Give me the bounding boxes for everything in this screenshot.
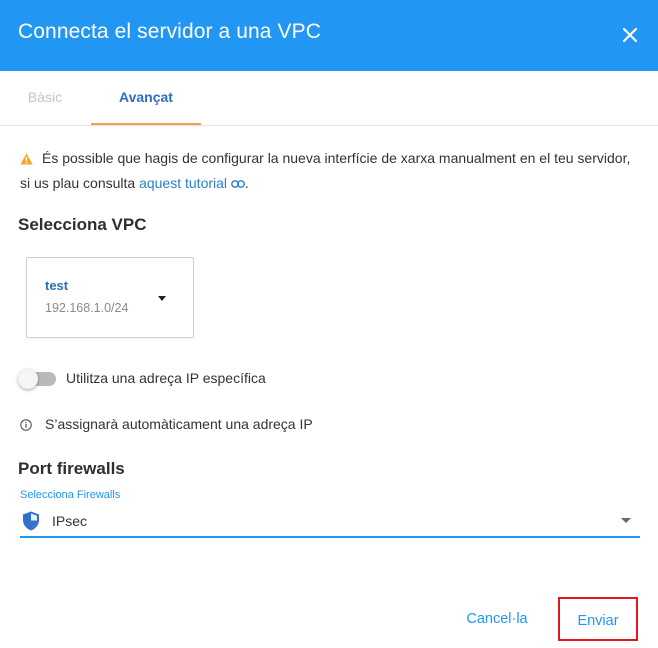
tutorial-link[interactable]: aquest tutorial xyxy=(139,175,245,191)
submit-button[interactable]: Enviar xyxy=(558,597,638,641)
warning-message: És possible que hagis de configurar la n… xyxy=(20,147,640,195)
vpc-name: test xyxy=(45,278,69,293)
select-vpc-title: Selecciona VPC xyxy=(18,215,147,234)
warning-trailing: . xyxy=(244,175,249,191)
specific-ip-label: Utilitza una adreça IP específica xyxy=(66,370,266,386)
tab-basic[interactable]: Bàsic xyxy=(0,71,90,123)
warning-text: És possible que hagis de configurar la n… xyxy=(20,150,631,191)
tab-bar: Bàsic Avançat xyxy=(0,71,658,126)
close-button[interactable] xyxy=(612,17,648,53)
dropdown-caret-icon xyxy=(158,296,166,301)
firewalls-field-label: Selecciona Firewalls xyxy=(20,489,121,501)
auto-ip-info: S’assignarà automàticament una adreça IP xyxy=(20,416,313,434)
cancel-button[interactable]: Cancel·la xyxy=(456,598,538,640)
toggle-knob xyxy=(18,369,38,389)
shield-icon xyxy=(22,511,40,536)
tutorial-link-text: aquest tutorial xyxy=(139,175,228,191)
vpc-cidr: 192.168.1.0/24 xyxy=(45,301,129,315)
auto-ip-text: S’assignarà automàticament una adreça IP xyxy=(45,416,313,432)
link-icon xyxy=(231,180,245,188)
vpc-selector[interactable]: test 192.168.1.0/24 xyxy=(26,257,194,338)
dialog-title: Connecta el servidor a una VPC xyxy=(18,20,321,43)
firewalls-selected-value: IPsec xyxy=(52,513,88,529)
info-icon xyxy=(20,418,32,434)
tab-advanced[interactable]: Avançat xyxy=(91,71,201,125)
port-firewalls-title: Port firewalls xyxy=(18,459,125,478)
warning-icon xyxy=(20,149,33,172)
dialog-header: Connecta el servidor a una VPC xyxy=(0,0,658,71)
specific-ip-toggle[interactable] xyxy=(18,369,56,389)
firewalls-select[interactable]: IPsec xyxy=(20,506,640,538)
close-icon xyxy=(623,28,637,42)
chevron-down-icon xyxy=(621,518,631,523)
